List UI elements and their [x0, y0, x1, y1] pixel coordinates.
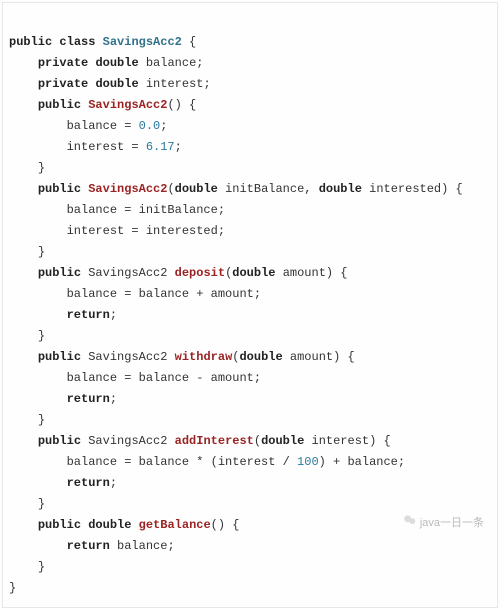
- line: private double balance;: [9, 56, 203, 70]
- line: }: [9, 581, 16, 595]
- watermark-label: java一日一条: [420, 514, 484, 533]
- line: public SavingsAcc2 addInterest(double in…: [9, 434, 391, 448]
- line: balance = balance - amount;: [9, 371, 261, 385]
- line: balance = initBalance;: [9, 203, 225, 217]
- line: private double interest;: [9, 77, 211, 91]
- line: public SavingsAcc2 withdraw(double amoun…: [9, 350, 355, 364]
- line: public SavingsAcc2() {: [9, 98, 196, 112]
- line: return;: [9, 476, 117, 490]
- line: public SavingsAcc2 deposit(double amount…: [9, 266, 348, 280]
- line: }: [9, 413, 45, 427]
- line: public double getBalance() {: [9, 518, 239, 532]
- line: return balance;: [9, 539, 175, 553]
- wechat-icon: [403, 513, 417, 534]
- line: }: [9, 497, 45, 511]
- line: public SavingsAcc2(double initBalance, d…: [9, 182, 463, 196]
- line: balance = balance + amount;: [9, 287, 261, 301]
- line: }: [9, 329, 45, 343]
- line: balance = balance * (interest / 100) + b…: [9, 455, 405, 469]
- line: return;: [9, 392, 117, 406]
- watermark: java一日一条: [403, 513, 484, 534]
- line: interest = 6.17;: [9, 140, 182, 154]
- line: }: [9, 161, 45, 175]
- line: public class SavingsAcc2 {: [9, 35, 196, 49]
- line: }: [9, 245, 45, 259]
- line: return;: [9, 308, 117, 322]
- line: interest = interested;: [9, 224, 225, 238]
- line: }: [9, 560, 45, 574]
- line: balance = 0.0;: [9, 119, 167, 133]
